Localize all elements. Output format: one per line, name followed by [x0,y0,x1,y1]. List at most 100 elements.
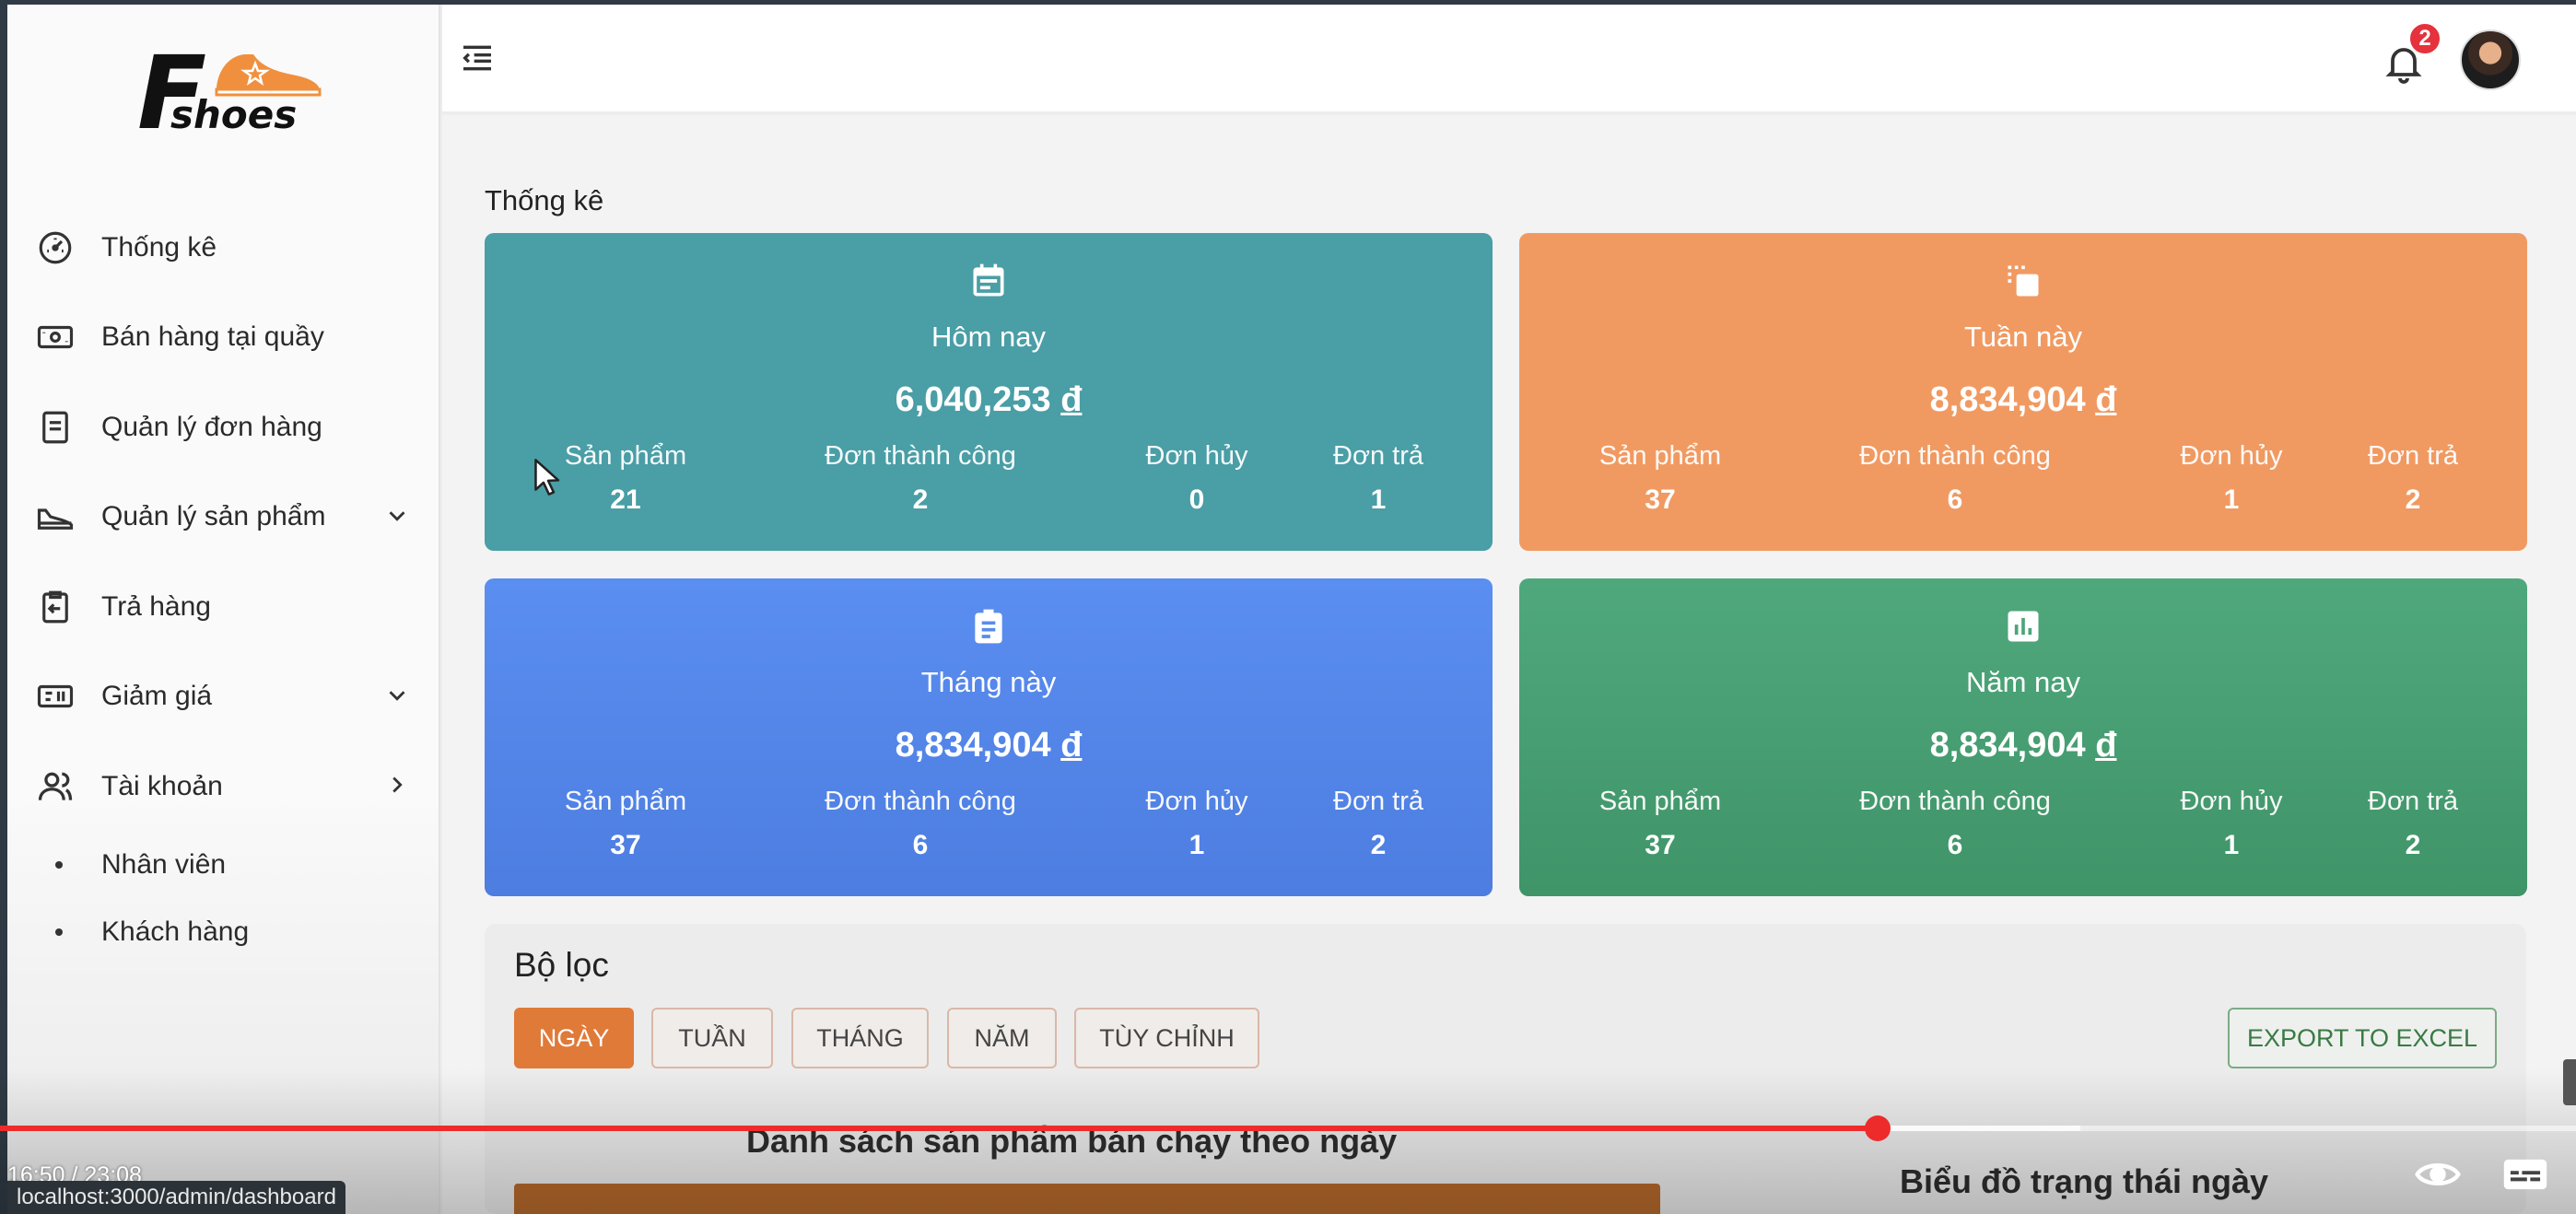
stat-label: Đơn trả [1333,787,1423,816]
card-title: Hôm nay [931,321,1047,353]
stat-value: 37 [1645,484,1676,515]
stat-value: 0 [1188,484,1205,515]
stat-label: Đơn thành công [1859,441,2051,471]
stat-success-orders: Đơn thành công 6 [1859,441,2051,516]
sidebar-item-tai-khoan[interactable]: Tài khoản [35,741,431,832]
stat-value: 2 [912,484,929,515]
sidebar-item-label: Giảm giá [101,681,213,712]
stat-value: 21 [610,484,641,515]
sidebar-item-thong-ke[interactable]: Thống kê [35,203,431,293]
bullet-icon [55,928,63,936]
stat-products: Sản phẩm 21 [565,441,686,516]
stat-value: 37 [610,830,641,860]
brand-logo[interactable]: F shoes [132,34,325,152]
sidebar-item-label: Bán hàng tại quầy [101,321,324,353]
calendar-icon [973,263,1004,297]
sidebar-item-label: Quản lý sản phẩm [101,501,326,532]
filter-year-button[interactable]: NĂM [947,1008,1057,1068]
stat-value: 1 [1370,484,1387,515]
sidebar-item-label: Quản lý đơn hàng [101,411,322,442]
stat-products: Sản phẩm 37 [1599,441,1721,516]
filter-title: Bộ lọc [514,946,609,984]
card-title: Tuần này [1963,321,2083,353]
status-chart-title: Biểu đồ trạng thái ngày [1900,1162,2269,1200]
stat-label: Đơn trả [2368,787,2458,816]
amount-value: 8,834,904 [1929,726,2086,765]
export-excel-button[interactable]: EXPORT TO EXCEL [2228,1008,2497,1068]
stat-value: 6 [912,830,929,860]
chevron-down-icon[interactable] [383,682,411,709]
avatar[interactable] [2460,29,2521,90]
currency-symbol: đ [1060,726,1083,765]
sidebar: F shoes Thống kê Bán hàng tại quầy Quản … [7,5,440,1214]
eye-icon[interactable] [2414,1156,2462,1193]
card-amount: 8,834,904 đ [1519,380,2527,420]
sidebar-subitem-label: Nhân viên [101,849,227,880]
shoe-icon [35,496,76,537]
stat-card-year: Năm nay 8,834,904 đ Sản phẩm 37 Đơn thành… [1519,578,2527,896]
card-amount: 6,040,253 đ [485,380,1493,420]
amount-value: 8,834,904 [895,726,1051,765]
currency-symbol: đ [1060,380,1083,419]
filter-day-button[interactable]: NGÀY [514,1008,634,1068]
sidebar-item-label: Thống kê [101,231,217,263]
progress-scrubber[interactable] [1865,1115,1891,1141]
stat-cancelled-orders: Đơn hủy 1 [2181,441,2283,516]
sidebar-item-label: Tài khoản [101,770,223,801]
stat-value: 37 [1645,830,1676,860]
top-header: 2 [442,5,2576,113]
voucher-icon [35,676,76,717]
stat-returned-orders: Đơn trả 2 [1333,787,1423,861]
stat-label: Đơn thành công [1859,787,2051,816]
stat-success-orders: Đơn thành công 6 [825,787,1016,861]
card-amount: 8,834,904 đ [1519,726,2527,765]
sidebar-item-giam-gia[interactable]: Giảm giá [35,652,431,742]
stat-label: Đơn trả [1333,441,1423,471]
chevron-down-icon[interactable] [383,502,411,530]
stat-label: Đơn hủy [2180,441,2283,471]
stat-label: Đơn hủy [1145,787,1248,816]
app-window: F shoes Thống kê Bán hàng tại quầy Quản … [0,0,2576,1214]
stat-products: Sản phẩm 37 [1599,787,1721,861]
stat-label: Sản phẩm [564,787,687,816]
cash-icon [35,317,76,357]
users-icon [35,766,76,807]
clipboard-icon [975,609,1002,644]
stat-value: 1 [1188,830,1205,860]
notification-badge: 2 [2407,21,2442,56]
filter-month-button[interactable]: THÁNG [791,1008,929,1068]
gauge-icon [35,228,76,268]
stat-label: Sản phẩm [1598,787,1722,816]
sidebar-subitem-label: Khách hàng [101,916,250,947]
filter-week-button[interactable]: TUẦN [651,1008,773,1068]
stat-success-orders: Đơn thành công 6 [1859,787,2051,861]
sidebar-item-tra-hang[interactable]: Trả hàng [35,562,431,652]
stat-value: 2 [2405,484,2421,515]
stat-value: 1 [2223,484,2240,515]
menu-collapse-icon[interactable] [459,40,496,76]
card-amount: 8,834,904 đ [485,726,1493,765]
stat-label: Đơn thành công [825,787,1016,816]
stat-label: Đơn thành công [825,441,1016,471]
mouse-cursor-icon [534,459,560,496]
sidebar-item-ban-hang[interactable]: Bán hàng tại quầy [35,293,431,383]
stat-label: Đơn trả [2368,441,2458,471]
sidebar-subitem-nhan-vien[interactable]: Nhân viên [35,832,431,899]
scrollbar-handle[interactable] [2563,1059,2576,1105]
window-left-border [0,0,7,1214]
copy-icon [2008,265,2039,297]
stat-value: 6 [1947,830,1963,860]
stat-products: Sản phẩm 37 [565,787,686,861]
stat-returned-orders: Đơn trả 2 [2368,787,2458,861]
filter-custom-button[interactable]: TÙY CHỈNH [1074,1008,1259,1068]
captions-icon[interactable] [2502,1157,2548,1192]
card-title: Tháng này [920,666,1057,698]
sidebar-item-quan-ly-san-pham[interactable]: Quản lý sản phẩm [35,473,431,563]
sidebar-subitem-khach-hang[interactable]: Khách hàng [35,899,431,966]
stat-label: Đơn hủy [1145,441,1248,471]
stat-card-today: Hôm nay 6,040,253 đ Sản phẩm 21 Đơn thành… [485,233,1493,551]
progress-played [0,1126,1878,1131]
sidebar-item-quan-ly-don-hang[interactable]: Quản lý đơn hàng [35,382,431,473]
chevron-right-icon[interactable] [383,771,411,799]
amount-value: 6,040,253 [895,380,1051,419]
